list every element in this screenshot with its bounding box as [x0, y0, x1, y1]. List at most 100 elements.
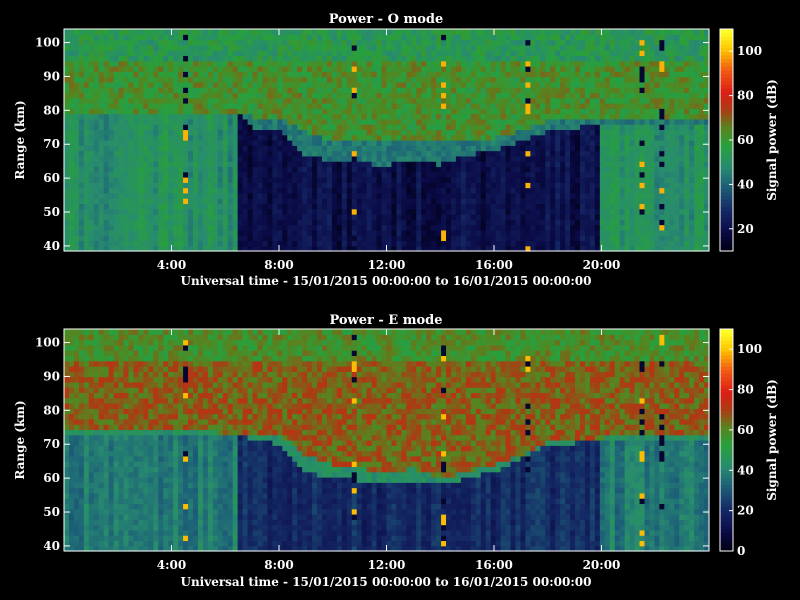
heatmap-cell — [292, 198, 298, 205]
heatmap-cell — [331, 124, 338, 131]
heatmap-cell — [163, 171, 169, 178]
heatmap-cell — [570, 187, 576, 194]
heatmap-cell — [475, 129, 482, 136]
heatmap-cell — [510, 235, 517, 242]
heatmap-cell — [257, 29, 264, 35]
heatmap-cell — [421, 134, 427, 141]
heatmap-cell — [485, 92, 492, 99]
heatmap-cell — [455, 192, 462, 199]
heatmap-cell — [83, 60, 90, 67]
heatmap-cell — [580, 155, 586, 162]
heatmap-cell — [505, 203, 512, 210]
heatmap-cell — [322, 166, 328, 173]
heatmap-cell — [168, 177, 174, 183]
heatmap-cell — [371, 203, 378, 210]
heatmap-cell — [272, 219, 278, 226]
heatmap-cell — [222, 177, 229, 183]
heatmap-cell — [431, 235, 437, 242]
heatmap-cell — [88, 108, 95, 115]
heatmap-cell — [366, 60, 373, 67]
heatmap-cell — [118, 208, 125, 215]
heatmap-cell — [460, 229, 467, 236]
heatmap-cell — [158, 118, 164, 125]
heatmap-cell — [297, 134, 303, 141]
heatmap-cell — [237, 161, 244, 168]
heatmap-cell — [624, 103, 631, 109]
heatmap-cell — [436, 113, 442, 120]
heatmap-cell — [495, 182, 502, 189]
heatmap-cell — [64, 129, 70, 136]
heatmap-cell — [396, 235, 402, 242]
heatmap-cell — [475, 161, 482, 168]
heatmap-cell — [594, 150, 601, 157]
heatmap-cell — [356, 44, 363, 51]
heatmap-cell — [252, 108, 259, 115]
heatmap-cell — [460, 87, 467, 94]
heatmap-cell — [217, 171, 224, 178]
heatmap-cell — [619, 150, 626, 157]
heatmap-cell — [242, 39, 249, 46]
heatmap-cell — [272, 155, 278, 162]
heatmap-cell — [495, 66, 502, 72]
heatmap-cell — [634, 50, 641, 57]
heatmap-cell — [68, 97, 75, 104]
heatmap-cell — [307, 161, 313, 168]
heatmap-cell — [207, 87, 214, 94]
heatmap-cell — [624, 150, 631, 157]
heatmap-cell — [480, 87, 487, 94]
heatmap-cell — [237, 44, 244, 51]
heatmap-cell — [312, 113, 318, 120]
heatmap-cell — [78, 29, 85, 35]
heatmap-cell — [545, 29, 551, 35]
heatmap-cell — [530, 155, 536, 162]
heatmap-cell — [227, 208, 234, 215]
heatmap-cell — [570, 97, 576, 104]
heatmap-cell — [78, 87, 85, 94]
heatmap-cell — [317, 155, 323, 162]
heatmap-cell — [133, 166, 140, 173]
heatmap-cell — [570, 81, 576, 88]
heatmap-cell — [361, 150, 368, 157]
heatmap-cell — [193, 166, 199, 173]
heatmap-cell — [93, 29, 100, 35]
heatmap-cell — [599, 29, 606, 35]
heatmap-cell — [317, 187, 323, 194]
heatmap-cell — [287, 81, 293, 88]
heatmap-cell — [470, 214, 477, 220]
heatmap-cell — [614, 214, 621, 220]
heatmap-cell — [480, 134, 487, 141]
heatmap-cell — [292, 129, 298, 136]
heatmap-cell — [292, 39, 298, 46]
heatmap-cell — [431, 192, 437, 199]
heatmap-cell — [113, 55, 120, 62]
heatmap-cell — [619, 103, 626, 109]
heatmap-cell — [277, 145, 283, 152]
heatmap-cell — [455, 29, 462, 35]
heatmap-cell — [103, 187, 110, 194]
heatmap-cell — [163, 118, 169, 125]
heatmap-cell — [312, 187, 318, 194]
heatmap-cell — [391, 81, 398, 88]
heatmap-cell — [322, 39, 328, 46]
heatmap-cell — [460, 113, 467, 120]
heatmap-cell — [158, 71, 164, 78]
heatmap-cell — [133, 187, 140, 194]
heatmap-cell — [629, 129, 636, 136]
heatmap-cell — [530, 66, 536, 72]
heatmap-cell — [312, 192, 318, 199]
heatmap-cell — [158, 76, 164, 83]
heatmap-cell — [386, 198, 393, 205]
heatmap-cell — [317, 208, 323, 215]
heatmap-cell — [580, 224, 586, 231]
heatmap-cell — [465, 198, 472, 205]
heatmap-cell — [287, 235, 293, 242]
heatmap-cell — [381, 71, 388, 78]
heatmap-cell — [446, 97, 452, 104]
heatmap-cell — [490, 214, 497, 220]
heatmap-cell — [282, 192, 288, 199]
heatmap-cell — [475, 145, 482, 152]
heatmap-cell — [426, 87, 432, 94]
heatmap-cell — [599, 166, 606, 173]
heatmap-cell — [366, 66, 373, 72]
heatmap-cell — [317, 34, 323, 41]
